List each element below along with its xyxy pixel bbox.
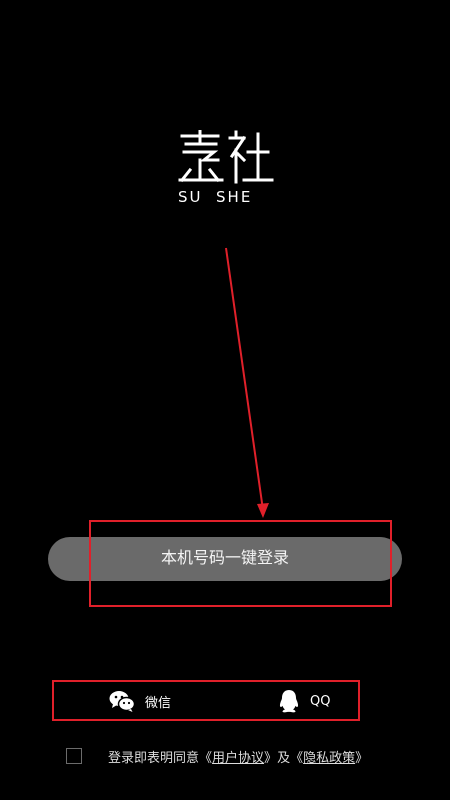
logo-mark-icon [178,130,274,184]
qq-login-button[interactable]: QQ [278,688,330,714]
qq-label: QQ [310,693,331,709]
agreement-checkbox[interactable] [66,748,82,764]
quote-open-1: 《 [199,750,213,766]
login-screen: SU SHE 本机号码一键登录 微信 QQ 登录即表明同意 《 用户协议 》 及… [0,0,450,800]
agreement-and: 及 [277,750,291,766]
logo-latin-text: SU SHE [178,188,253,206]
wechat-icon [109,691,135,712]
qq-penguin-icon [279,690,299,713]
app-logo: SU SHE [178,130,274,208]
user-agreement-link[interactable]: 用户协议 [212,747,264,766]
quote-open-2: 《 [290,750,304,766]
quote-close-2: 》 [355,750,369,766]
quote-close-1: 》 [264,750,278,766]
social-login-row: 微信 QQ [52,680,360,720]
wechat-label: 微信 [145,695,172,711]
wechat-login-button[interactable]: 微信 [109,688,171,714]
agreement-row: 登录即表明同意 《 用户协议 》 及 《 隐私政策 》 [66,746,368,766]
one-click-login-button[interactable]: 本机号码一键登录 [48,537,402,581]
privacy-policy-link[interactable]: 隐私政策 [303,747,355,766]
agreement-prefix: 登录即表明同意 [108,750,200,766]
